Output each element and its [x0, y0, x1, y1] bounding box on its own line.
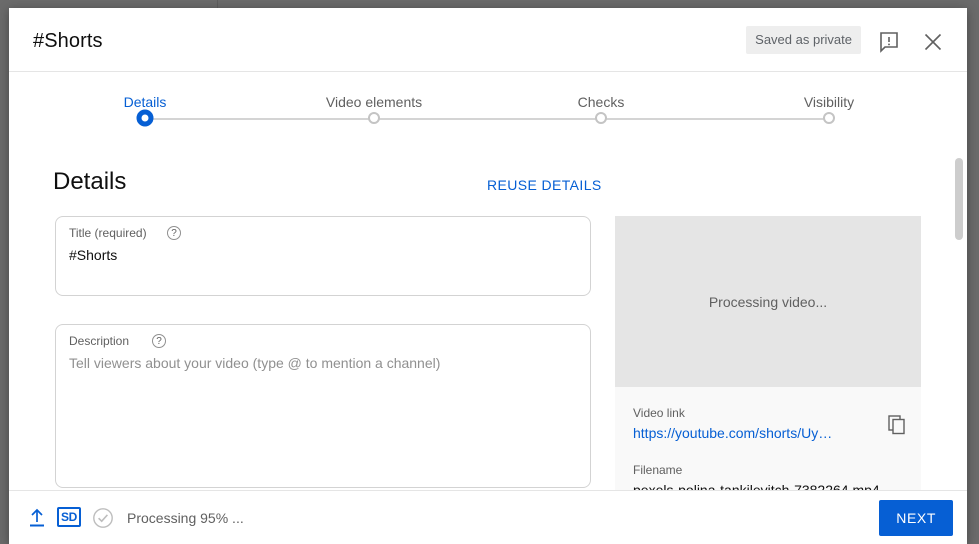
stepper-step-label: Video elements — [325, 94, 423, 110]
dialog-body: Details REUSE DETAILS Title (required) ?… — [9, 146, 967, 490]
stepper-step-visibility[interactable]: Visibility — [804, 94, 854, 110]
status-badge: Saved as private — [746, 26, 861, 54]
video-preview-panel: Processing video... Video link https://y… — [615, 216, 921, 490]
quality-badge: SD — [57, 507, 81, 527]
stepper-step-label: Visibility — [803, 94, 855, 110]
copy-icon[interactable] — [885, 413, 909, 437]
video-link-value[interactable]: https://youtube.com/shorts/Uy… — [633, 425, 832, 441]
close-icon[interactable] — [921, 30, 945, 54]
filename-value: pexels-polina-tankilevitch-7382264.mp4 — [633, 482, 880, 490]
page-title: #Shorts — [33, 30, 103, 52]
stepper-line-3 — [601, 118, 829, 120]
stepper-dot-video-elements[interactable] — [368, 112, 380, 124]
dialog-header: #Shorts Saved as private — [9, 8, 967, 72]
stepper-step-checks[interactable]: Checks — [578, 94, 625, 110]
stepper-line-2 — [374, 118, 601, 120]
stepper-line-1 — [145, 118, 374, 120]
thumbnail-status-text: Processing video... — [708, 294, 828, 310]
feedback-exclamation-icon[interactable] — [877, 30, 901, 54]
upload-stepper: Details Video elements Checks Visibility — [9, 72, 967, 146]
check-circle-icon — [91, 506, 115, 530]
details-heading: Details — [53, 168, 127, 195]
title-input[interactable]: #Shorts — [69, 247, 117, 263]
stepper-step-label: Checks — [577, 94, 625, 110]
stepper-dot-checks[interactable] — [595, 112, 607, 124]
upload-arrow-icon — [25, 506, 49, 530]
stepper-step-details[interactable]: Details — [124, 94, 167, 110]
title-field[interactable]: Title (required) ? #Shorts — [55, 216, 591, 296]
help-question-icon[interactable]: ? — [152, 334, 166, 348]
description-field-label: Description — [69, 334, 130, 348]
description-input-placeholder[interactable]: Tell viewers about your video (type @ to… — [69, 355, 440, 371]
next-button[interactable]: NEXT — [879, 500, 953, 536]
reuse-details-button[interactable]: REUSE DETAILS — [487, 177, 602, 193]
title-field-label: Title (required) — [69, 226, 147, 240]
stepper-dot-visibility[interactable] — [823, 112, 835, 124]
description-field[interactable]: Description ? Tell viewers about your vi… — [55, 324, 591, 488]
video-thumbnail[interactable]: Processing video... — [615, 216, 921, 387]
help-question-icon[interactable]: ? — [167, 226, 181, 240]
stepper-step-label: Details — [123, 94, 167, 110]
scrollbar-thumb[interactable] — [955, 158, 963, 240]
stepper-step-video-elements[interactable]: Video elements — [326, 94, 422, 110]
upload-dialog: #Shorts Saved as private Details Video e… — [9, 8, 967, 544]
filename-label: Filename — [633, 463, 683, 477]
dialog-footer: SD Processing 95% ... NEXT — [9, 490, 967, 544]
upload-status-text: Processing 95% ... — [127, 510, 244, 526]
video-link-label: Video link — [633, 406, 685, 420]
stepper-dot-details[interactable] — [136, 109, 154, 127]
